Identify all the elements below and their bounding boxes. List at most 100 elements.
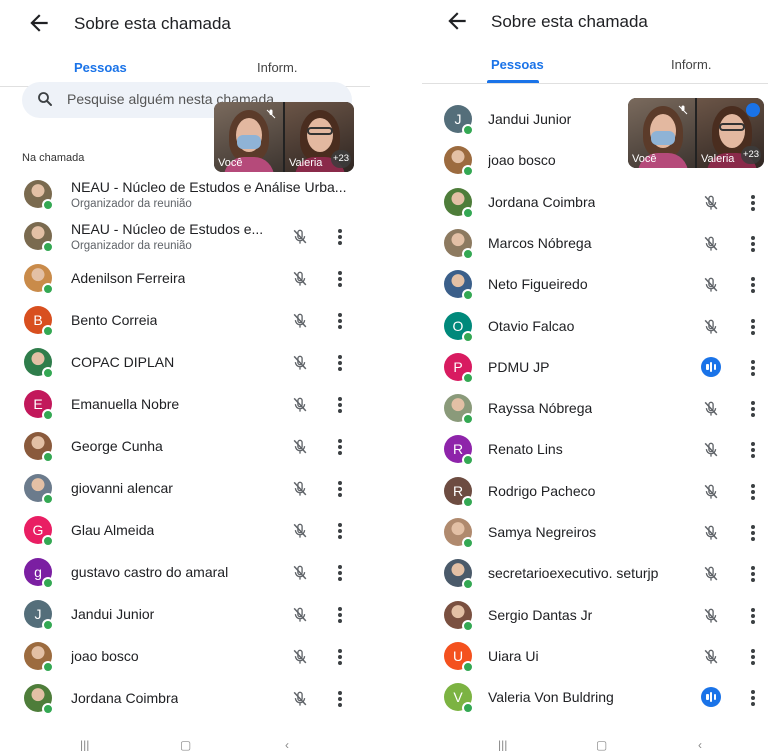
self-video-tile: Você [214, 102, 283, 172]
participant-row[interactable]: Sergio Dantas Jr [422, 595, 768, 637]
mic-off-icon[interactable] [701, 399, 721, 419]
mic-off-icon[interactable] [290, 689, 310, 709]
more-vert-icon[interactable] [746, 647, 760, 667]
participant-name: Jordana Coimbra [71, 690, 179, 706]
more-vert-icon[interactable] [746, 688, 760, 708]
more-vert-icon[interactable] [333, 395, 347, 415]
mic-off-icon[interactable] [290, 521, 310, 541]
tab-people[interactable]: Pessoas [74, 60, 127, 75]
more-vert-icon[interactable] [746, 193, 760, 213]
online-status-dot [42, 283, 54, 295]
participant-video-tile: Valeria +23 [285, 102, 354, 172]
online-status-dot [42, 577, 54, 589]
participant-row[interactable]: G Glau Almeida [0, 510, 370, 552]
more-vert-icon[interactable] [333, 437, 347, 457]
home-icon[interactable]: ▢ [180, 738, 191, 751]
participant-row[interactable]: J Jandui Junior [0, 594, 370, 636]
mic-off-icon[interactable] [701, 275, 721, 295]
tab-info[interactable]: Inform. [257, 60, 297, 75]
more-vert-icon[interactable] [333, 311, 347, 331]
more-vert-icon[interactable] [746, 523, 760, 543]
tab-people[interactable]: Pessoas [491, 57, 544, 72]
mic-off-icon[interactable] [701, 647, 721, 667]
mic-off-icon[interactable] [701, 317, 721, 337]
mic-off-icon[interactable] [701, 523, 721, 543]
more-vert-icon[interactable] [746, 234, 760, 254]
mic-off-icon[interactable] [290, 311, 310, 331]
back-nav-icon[interactable]: ‹ [698, 738, 702, 751]
online-status-dot [462, 660, 474, 673]
participant-row[interactable]: O Otavio Falcao [422, 306, 768, 348]
mic-off-icon[interactable] [290, 437, 310, 457]
participant-row[interactable]: Jordana Coimbra [422, 182, 768, 224]
more-vert-icon[interactable] [333, 647, 347, 667]
mic-off-icon[interactable] [701, 606, 721, 626]
self-tile-name: Você [218, 157, 243, 169]
participant-row[interactable]: R Renato Lins [422, 429, 768, 471]
mic-off-icon[interactable] [290, 395, 310, 415]
mic-off-icon[interactable] [701, 193, 721, 213]
participant-row[interactable]: NEAU - Núcleo de Estudos e... Organizador… [0, 216, 370, 258]
recent-apps-icon[interactable]: ||| [80, 738, 89, 751]
more-vert-icon[interactable] [746, 317, 760, 337]
more-vert-icon[interactable] [333, 353, 347, 373]
back-arrow-icon[interactable] [26, 10, 52, 36]
more-vert-icon[interactable] [333, 521, 347, 541]
more-vert-icon[interactable] [746, 399, 760, 419]
participant-row[interactable]: George Cunha [0, 426, 370, 468]
mic-off-icon[interactable] [290, 479, 310, 499]
participant-row[interactable]: giovanni alencar [0, 468, 370, 510]
more-vert-icon[interactable] [746, 358, 760, 378]
mic-off-icon[interactable] [701, 482, 721, 502]
home-icon[interactable]: ▢ [596, 738, 607, 751]
back-nav-icon[interactable]: ‹ [285, 738, 289, 751]
participant-row[interactable]: B Bento Correia [0, 300, 370, 342]
more-vert-icon[interactable] [333, 689, 347, 709]
participant-row[interactable]: R Rodrigo Pacheco [422, 471, 768, 513]
participant-row[interactable]: V Valeria Von Buldring [422, 677, 768, 719]
participant-row[interactable]: Adenilson Ferreira [0, 258, 370, 300]
online-status-dot [462, 495, 474, 508]
more-vert-icon[interactable] [746, 564, 760, 584]
online-status-dot [462, 165, 474, 178]
participant-row[interactable]: secretarioexecutivo. seturjp [422, 553, 768, 595]
mic-off-icon[interactable] [290, 227, 310, 247]
participant-row[interactable]: E Emanuella Nobre [0, 384, 370, 426]
participant-row[interactable]: g gustavo castro do amaral [0, 552, 370, 594]
participant-row[interactable]: Neto Figueiredo [422, 264, 768, 306]
more-vert-icon[interactable] [333, 227, 347, 247]
participant-row[interactable]: Rayssa Nóbrega [422, 388, 768, 430]
participant-row[interactable]: Marcos Nóbrega [422, 223, 768, 265]
more-vert-icon[interactable] [333, 479, 347, 499]
participant-row[interactable]: joao bosco [0, 636, 370, 678]
picture-in-picture-preview[interactable]: Você Valeria +23 [214, 102, 354, 172]
more-vert-icon[interactable] [333, 605, 347, 625]
more-vert-icon[interactable] [333, 563, 347, 583]
back-arrow-icon[interactable] [444, 8, 470, 34]
mic-off-icon[interactable] [290, 269, 310, 289]
system-nav-bar: ||| ▢ ‹ [422, 735, 768, 751]
more-vert-icon[interactable] [333, 269, 347, 289]
recent-apps-icon[interactable]: ||| [498, 738, 507, 751]
more-vert-icon[interactable] [746, 440, 760, 460]
participant-row[interactable]: NEAU - Núcleo de Estudos e Análise Urba.… [0, 174, 370, 216]
participant-row[interactable]: J Jandui Junior [422, 99, 768, 141]
participant-row[interactable]: P PDMU JP [422, 347, 768, 389]
participant-row[interactable]: COPAC DIPLAN [0, 342, 370, 384]
mic-off-icon[interactable] [290, 647, 310, 667]
mic-off-icon[interactable] [701, 564, 721, 584]
mic-off-icon[interactable] [290, 353, 310, 373]
mic-off-icon[interactable] [290, 563, 310, 583]
mic-off-icon[interactable] [290, 605, 310, 625]
participant-row[interactable]: joao bosco [422, 140, 768, 182]
mic-off-icon[interactable] [701, 440, 721, 460]
more-vert-icon[interactable] [746, 606, 760, 626]
more-vert-icon[interactable] [746, 275, 760, 295]
more-vert-icon[interactable] [746, 482, 760, 502]
participant-row[interactable]: U Uiara Ui [422, 636, 768, 678]
tab-info[interactable]: Inform. [671, 57, 711, 72]
mic-off-icon[interactable] [701, 234, 721, 254]
tab-divider [422, 83, 768, 84]
participant-row[interactable]: Jordana Coimbra [0, 678, 370, 720]
participant-row[interactable]: Samya Negreiros [422, 512, 768, 554]
